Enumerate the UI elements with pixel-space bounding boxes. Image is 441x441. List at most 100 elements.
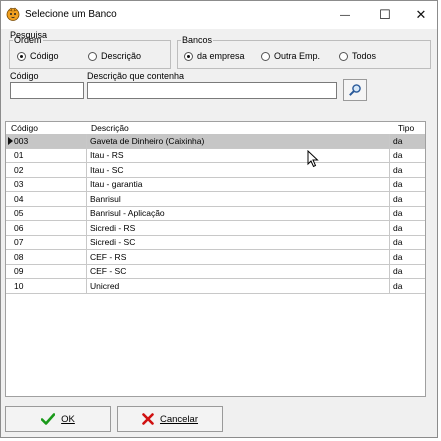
cell-descricao[interactable]: Sicredi - RS	[87, 221, 390, 235]
cell-tipo[interactable]: da	[390, 265, 425, 279]
cell-tipo-text: da	[393, 164, 403, 175]
cell-codigo[interactable]: 04	[6, 192, 87, 206]
ordem-codigo-radio[interactable]: Código	[17, 51, 59, 61]
cell-codigo[interactable]: 02	[6, 163, 87, 177]
bank-grid[interactable]: Código Descrição Tipo 003 Gaveta de Dinhe…	[5, 121, 426, 397]
cell-codigo-text: 08	[14, 251, 24, 262]
ok-button[interactable]: OK	[5, 406, 111, 432]
cell-tipo[interactable]: da	[390, 207, 425, 221]
bancos-empresa-label: da empresa	[197, 51, 245, 61]
codigo-input[interactable]	[10, 82, 84, 99]
cell-descricao[interactable]: Banrisul - Aplicação	[87, 206, 390, 220]
cell-codigo[interactable]: 08	[6, 250, 87, 264]
radio-checked-icon	[184, 51, 193, 61]
cell-tipo[interactable]: da	[390, 163, 425, 177]
cell-descricao[interactable]: Sicredi - SC	[87, 235, 390, 249]
cell-tipo-text: da	[393, 237, 403, 248]
table-row[interactable]: 04 Banrisul da	[6, 192, 425, 207]
column-header-descricao[interactable]: Descrição	[91, 123, 129, 133]
cell-codigo-text: 05	[14, 208, 24, 219]
cell-tipo-text: da	[393, 266, 403, 277]
cell-descricao[interactable]: CEF - RS	[87, 250, 390, 264]
cell-descricao-text: Itau - RS	[90, 150, 124, 161]
table-row[interactable]: 10 Unicred da	[6, 279, 425, 294]
radio-unchecked-icon	[88, 51, 97, 61]
cell-codigo-text: 09	[14, 266, 24, 277]
cell-tipo-text: da	[393, 150, 403, 161]
cell-descricao-text: CEF - SC	[90, 266, 127, 277]
codigo-label: Código	[10, 71, 39, 81]
table-row[interactable]: 07 Sicredi - SC da	[6, 235, 425, 250]
maximize-button[interactable]: ☐	[367, 1, 403, 29]
ordem-label: Ordem	[14, 35, 42, 45]
cancel-button[interactable]: Cancelar	[117, 406, 223, 432]
cell-codigo-text: 10	[14, 280, 24, 291]
cell-descricao[interactable]: Unicred	[87, 279, 390, 293]
minimize-button[interactable]: —	[327, 1, 363, 29]
cell-tipo-text: da	[393, 280, 403, 291]
column-header-tipo[interactable]: Tipo	[398, 123, 414, 133]
table-row[interactable]: 01 Itau - RS da	[6, 148, 425, 163]
cell-descricao-text: Banrisul - Aplicação	[90, 208, 165, 219]
bancos-todos-radio[interactable]: Todos	[339, 51, 376, 61]
cell-codigo-text: 07	[14, 237, 24, 248]
cell-tipo-text: da	[393, 208, 403, 219]
cell-tipo[interactable]: da	[390, 221, 425, 235]
radio-unchecked-icon	[339, 51, 348, 61]
cell-tipo-text: da	[393, 222, 403, 233]
cell-tipo[interactable]: da	[390, 192, 425, 206]
cell-descricao[interactable]: Gaveta de Dinheiro (Caixinha)	[87, 134, 390, 148]
column-header-codigo[interactable]: Código	[11, 123, 38, 133]
cell-codigo-text: 03	[14, 179, 24, 190]
cell-tipo[interactable]: da	[390, 134, 425, 148]
bancos-todos-label: Todos	[352, 51, 377, 61]
cell-codigo[interactable]: 06	[6, 221, 87, 235]
ok-label: OK	[61, 413, 75, 425]
cancel-label: Cancelar	[159, 413, 199, 425]
table-row[interactable]: 003 Gaveta de Dinheiro (Caixinha) da	[6, 134, 425, 149]
maximize-icon: ☐	[379, 7, 391, 22]
bancos-outra-radio[interactable]: Outra Emp.	[261, 51, 320, 61]
dialog-window: Selecione um Banco — ☐ ✕ Pesquisa Ordem …	[0, 0, 438, 438]
cell-codigo[interactable]: 07	[6, 235, 87, 249]
cell-codigo[interactable]: 003	[6, 134, 87, 148]
table-row[interactable]: 03 Itau - garantia da	[6, 177, 425, 192]
radio-unchecked-icon	[261, 51, 270, 61]
ordem-descricao-radio[interactable]: Descrição	[88, 51, 141, 61]
cell-descricao[interactable]: Itau - SC	[87, 163, 390, 177]
title-bar[interactable]: Selecione um Banco — ☐ ✕	[1, 1, 437, 29]
cell-descricao-text: Banrisul	[90, 193, 121, 204]
magnifier-icon	[349, 84, 361, 96]
cell-codigo-text: 01	[14, 150, 24, 161]
table-row[interactable]: 06 Sicredi - RS da	[6, 221, 425, 236]
cell-codigo[interactable]: 09	[6, 264, 87, 278]
cell-descricao[interactable]: CEF - SC	[87, 264, 390, 278]
cell-descricao-text: Gaveta de Dinheiro (Caixinha)	[90, 135, 205, 146]
cell-codigo-text: 02	[14, 164, 24, 175]
search-button[interactable]	[343, 79, 367, 101]
cell-tipo[interactable]: da	[390, 250, 425, 264]
cell-codigo[interactable]: 01	[6, 148, 87, 162]
close-icon: ✕	[415, 7, 427, 22]
close-button[interactable]: ✕	[403, 1, 439, 29]
cell-codigo[interactable]: 03	[6, 177, 87, 191]
cell-tipo-text: da	[393, 179, 403, 190]
cell-descricao[interactable]: Itau - RS	[87, 148, 390, 162]
cell-codigo[interactable]: 05	[6, 206, 87, 220]
cell-codigo[interactable]: 10	[6, 279, 87, 293]
cell-tipo[interactable]: da	[390, 279, 425, 293]
bancos-empresa-radio[interactable]: da empresa	[184, 51, 245, 61]
cell-tipo[interactable]: da	[390, 236, 425, 250]
cell-descricao[interactable]: Banrisul	[87, 192, 390, 206]
table-row[interactable]: 05 Banrisul - Aplicação da	[6, 206, 425, 221]
table-row[interactable]: 09 CEF - SC da	[6, 264, 425, 279]
cell-codigo-text: 04	[14, 193, 24, 204]
cell-descricao[interactable]: Itau - garantia	[87, 177, 390, 191]
descricao-input[interactable]	[87, 82, 337, 99]
table-row[interactable]: 08 CEF - RS da	[6, 250, 425, 265]
cell-tipo[interactable]: da	[390, 178, 425, 192]
cell-tipo-text: da	[393, 135, 403, 146]
table-row[interactable]: 02 Itau - SC da	[6, 163, 425, 178]
cell-tipo[interactable]: da	[390, 149, 425, 163]
bancos-label: Bancos	[182, 35, 213, 45]
